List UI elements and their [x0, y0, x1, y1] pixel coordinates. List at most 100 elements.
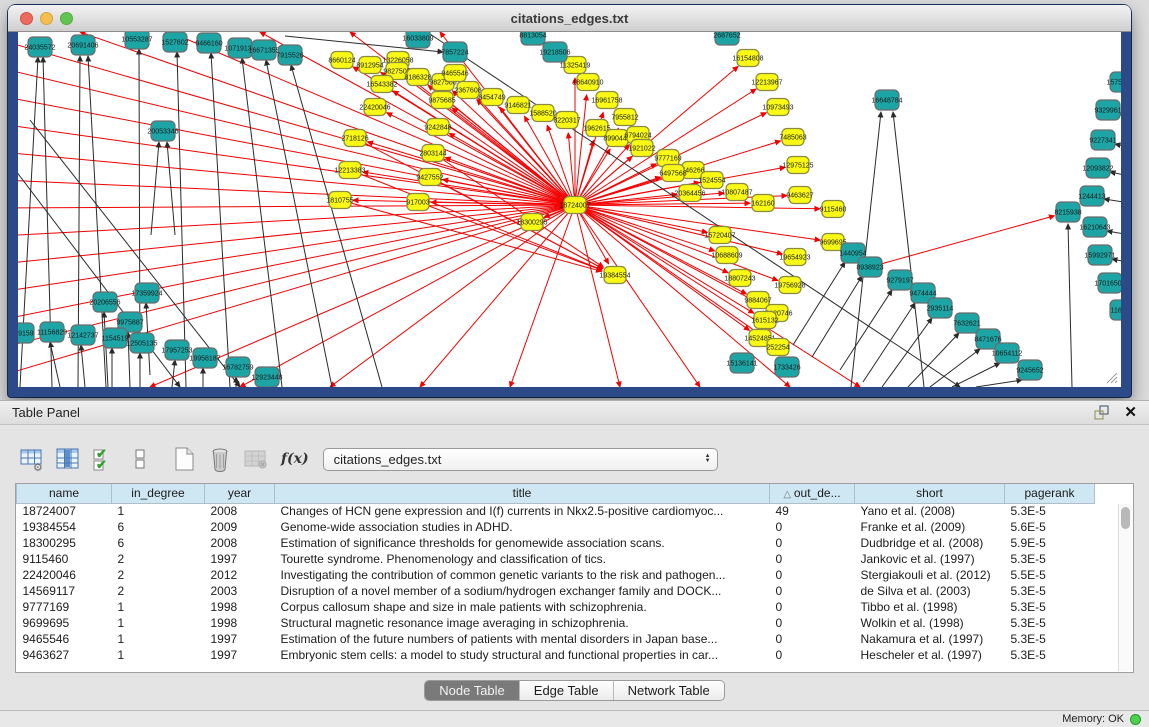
- table-cell[interactable]: Dudbridge et al. (2008): [855, 535, 1005, 551]
- table-cell[interactable]: 5.6E-5: [1005, 519, 1095, 535]
- column-header-name[interactable]: name: [17, 484, 112, 503]
- table-cell[interactable]: 1998: [205, 615, 275, 631]
- select-columns-icon[interactable]: ✔✔: [89, 445, 119, 473]
- column-header-out_de[interactable]: △ out_de...: [770, 484, 855, 503]
- table-cell[interactable]: 19384554: [17, 519, 112, 535]
- table-cell[interactable]: 0: [770, 567, 855, 583]
- column-header-in_degree[interactable]: in_degree: [112, 484, 205, 503]
- minimize-window-icon[interactable]: [40, 12, 53, 25]
- table-row[interactable]: 2242004622012Investigating the contribut…: [17, 567, 1095, 583]
- scrollbar-thumb[interactable]: [1121, 507, 1130, 529]
- column-header-pagerank[interactable]: pagerank: [1005, 484, 1095, 503]
- table-row[interactable]: 1872400712008Changes of HCN gene express…: [17, 503, 1095, 519]
- table-cell[interactable]: 5.3E-5: [1005, 599, 1095, 615]
- table-cell[interactable]: Changes of HCN gene expression and I(f) …: [275, 503, 770, 519]
- table-cell[interactable]: Structural magnetic resonance image aver…: [275, 615, 770, 631]
- table-cell[interactable]: 9465546: [17, 631, 112, 647]
- table-row[interactable]: 946362711997Embryonic stem cells: a mode…: [17, 647, 1095, 663]
- table-cell[interactable]: 9463627: [17, 647, 112, 663]
- table-cell[interactable]: 5.3E-5: [1005, 615, 1095, 631]
- table-cell[interactable]: Estimation of significance thresholds fo…: [275, 535, 770, 551]
- citation-network-graph[interactable]: 1872400786601248912954132260589827505818…: [18, 32, 1121, 387]
- tab-node-table[interactable]: Node Table: [425, 681, 520, 700]
- zoom-window-icon[interactable]: [60, 12, 73, 25]
- table-cell[interactable]: Disruption of a novel member of a sodium…: [275, 583, 770, 599]
- table-cell[interactable]: Tibbo et al. (1998): [855, 599, 1005, 615]
- table-cell[interactable]: 1997: [205, 647, 275, 663]
- table-cell[interactable]: 22420046: [17, 567, 112, 583]
- table-cell[interactable]: 18724007: [17, 503, 112, 519]
- table-cell[interactable]: 9699695: [17, 615, 112, 631]
- table-cell[interactable]: 2003: [205, 583, 275, 599]
- table-row[interactable]: 977716911998Corpus callosum shape and si…: [17, 599, 1095, 615]
- table-cell[interactable]: 1997: [205, 551, 275, 567]
- table-cell[interactable]: 49: [770, 503, 855, 519]
- table-cell[interactable]: 2: [112, 551, 205, 567]
- row-options-icon[interactable]: [125, 445, 155, 473]
- table-cell[interactable]: 1: [112, 615, 205, 631]
- table-cell[interactable]: 0: [770, 551, 855, 567]
- table-cell[interactable]: 5.3E-5: [1005, 583, 1095, 599]
- table-cell[interactable]: 5.3E-5: [1005, 631, 1095, 647]
- table-row[interactable]: 969969511998Structural magnetic resonanc…: [17, 615, 1095, 631]
- table-cell[interactable]: 5.3E-5: [1005, 551, 1095, 567]
- table-cell[interactable]: 0: [770, 647, 855, 663]
- table-row[interactable]: 946554611997Estimation of the future num…: [17, 631, 1095, 647]
- table-cell[interactable]: 1997: [205, 631, 275, 647]
- delete-table-icon[interactable]: [205, 445, 235, 473]
- table-cell[interactable]: 6: [112, 535, 205, 551]
- table-cell[interactable]: 5.5E-5: [1005, 567, 1095, 583]
- table-cell[interactable]: 5.3E-5: [1005, 503, 1095, 519]
- table-cell[interactable]: Investigating the contribution of common…: [275, 567, 770, 583]
- table-cell[interactable]: Franke et al. (2009): [855, 519, 1005, 535]
- table-cell[interactable]: Tourette syndrome. Phenomenology and cla…: [275, 551, 770, 567]
- table-selector-dropdown[interactable]: citations_edges.txt ▲▼: [323, 448, 718, 471]
- table-cell[interactable]: Genome-wide association studies in ADHD.: [275, 519, 770, 535]
- table-cell[interactable]: 1: [112, 647, 205, 663]
- table-cell[interactable]: de Silva et al. (2003): [855, 583, 1005, 599]
- close-icon[interactable]: ✕: [1124, 405, 1137, 420]
- table-cell[interactable]: Embryonic stem cells: a model to study s…: [275, 647, 770, 663]
- table-cell[interactable]: 1: [112, 503, 205, 519]
- table-cell[interactable]: 1: [112, 599, 205, 615]
- table-settings-icon[interactable]: ⚙: [17, 445, 47, 473]
- column-header-year[interactable]: year: [205, 484, 275, 503]
- resize-grip-icon[interactable]: [1103, 369, 1119, 385]
- table-cell[interactable]: 2009: [205, 519, 275, 535]
- table-cell[interactable]: 14569117: [17, 583, 112, 599]
- table-cell[interactable]: 0: [770, 519, 855, 535]
- table-cell[interactable]: Estimation of the future numbers of pati…: [275, 631, 770, 647]
- table-cell[interactable]: 18300295: [17, 535, 112, 551]
- table-cell[interactable]: 0: [770, 631, 855, 647]
- table-row[interactable]: 1830029562008Estimation of significance …: [17, 535, 1095, 551]
- table-cell[interactable]: Hescheler et al. (1997): [855, 647, 1005, 663]
- function-builder-icon[interactable]: f(x): [281, 451, 309, 467]
- table-cell[interactable]: 0: [770, 583, 855, 599]
- tab-network-table[interactable]: Network Table: [614, 681, 724, 700]
- new-table-icon[interactable]: [169, 445, 199, 473]
- table-cell[interactable]: 5.3E-5: [1005, 647, 1095, 663]
- table-cell[interactable]: 2008: [205, 535, 275, 551]
- table-cell[interactable]: 9115460: [17, 551, 112, 567]
- table-cell[interactable]: 2: [112, 567, 205, 583]
- table-cell[interactable]: 0: [770, 615, 855, 631]
- float-window-icon[interactable]: [1094, 405, 1110, 420]
- table-row[interactable]: 1456911722003Disruption of a novel membe…: [17, 583, 1095, 599]
- vertical-scrollbar[interactable]: [1118, 504, 1132, 671]
- table-cell[interactable]: 0: [770, 535, 855, 551]
- column-header-short[interactable]: short: [855, 484, 1005, 503]
- table-cell[interactable]: 6: [112, 519, 205, 535]
- table-cell[interactable]: Stergiakouli et al. (2012): [855, 567, 1005, 583]
- show-column-icon[interactable]: [53, 445, 83, 473]
- table-cell[interactable]: Jankovic et al. (1997): [855, 551, 1005, 567]
- table-cell[interactable]: 0: [770, 599, 855, 615]
- table-row[interactable]: 1938455462009Genome-wide association stu…: [17, 519, 1095, 535]
- import-table-icon[interactable]: [241, 445, 271, 473]
- table-cell[interactable]: Corpus callosum shape and size in male p…: [275, 599, 770, 615]
- table-cell[interactable]: 2008: [205, 503, 275, 519]
- window-titlebar[interactable]: citations_edges.txt: [8, 5, 1131, 32]
- tab-edge-table[interactable]: Edge Table: [520, 681, 614, 700]
- table-cell[interactable]: Yano et al. (2008): [855, 503, 1005, 519]
- table-cell[interactable]: 2012: [205, 567, 275, 583]
- table-cell[interactable]: Nakamura et al. (1997): [855, 631, 1005, 647]
